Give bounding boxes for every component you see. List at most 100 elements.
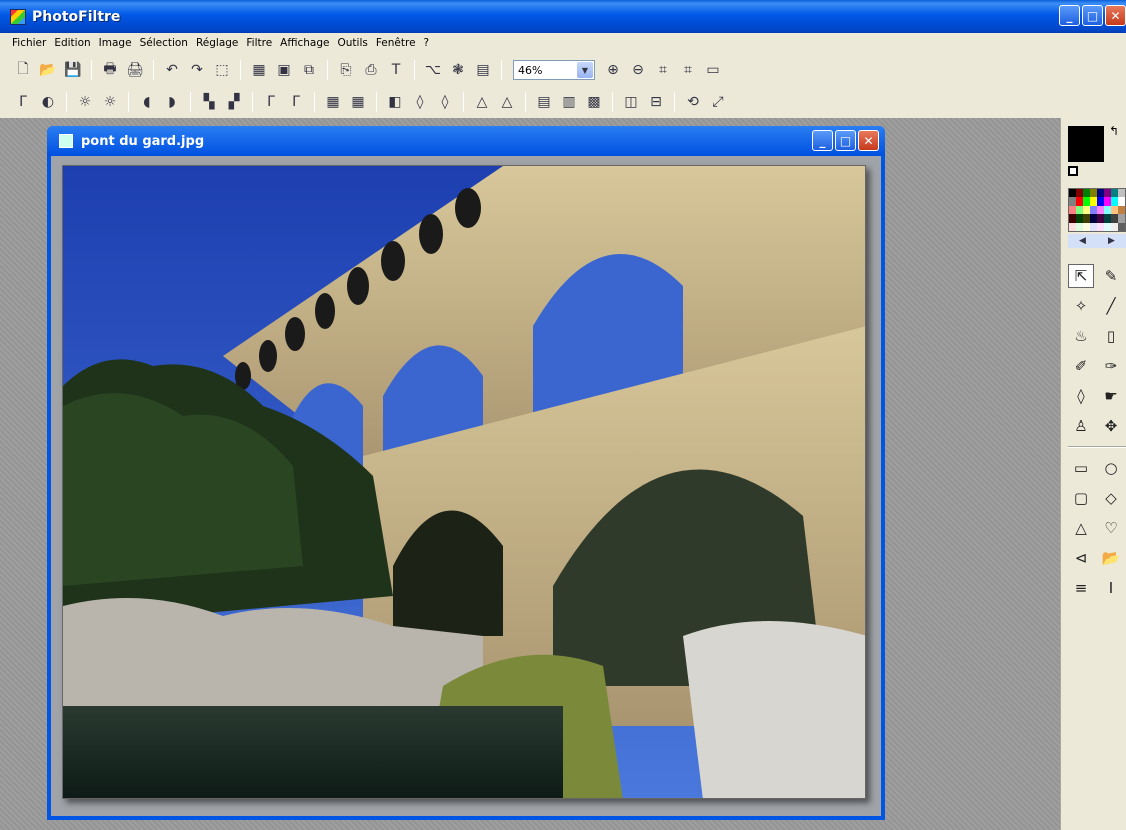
- line-icon[interactable]: ╱: [1098, 294, 1124, 318]
- palette-swatch[interactable]: [1076, 197, 1083, 206]
- menu-?[interactable]: ?: [420, 37, 434, 49]
- palette-swatch[interactable]: [1111, 189, 1118, 198]
- saturation-minus-icon[interactable]: ▚: [198, 91, 220, 113]
- flip-horizontal-icon[interactable]: ◫: [620, 91, 642, 113]
- palette-swatch[interactable]: [1083, 222, 1090, 231]
- grid-icon[interactable]: ▦: [322, 91, 344, 113]
- move-icon[interactable]: ✥: [1098, 414, 1124, 438]
- polygon-icon[interactable]: ⊲: [1068, 546, 1094, 570]
- open-shape-icon[interactable]: 📂: [1098, 546, 1124, 570]
- palette-swatch[interactable]: [1076, 214, 1083, 223]
- palette-swatch[interactable]: [1083, 214, 1090, 223]
- palette-swatch[interactable]: [1090, 222, 1097, 231]
- flip-vertical-icon[interactable]: ⊟: [645, 91, 667, 113]
- palette-swatch[interactable]: [1104, 189, 1111, 198]
- resize-icon[interactable]: ⤢: [707, 91, 729, 113]
- new-icon[interactable]: 🗋: [12, 59, 34, 81]
- brightness-minus-icon[interactable]: ☼: [74, 91, 96, 113]
- select-all-icon[interactable]: ≡: [1068, 576, 1094, 600]
- document-title-bar[interactable]: pont du gard.jpg: [47, 126, 885, 156]
- palette-swatch[interactable]: [1090, 214, 1097, 223]
- diamond-icon[interactable]: ◇: [1098, 486, 1124, 510]
- save-icon[interactable]: 💾: [62, 59, 84, 81]
- saturation-plus-icon[interactable]: ▞: [223, 91, 245, 113]
- palette-next-icon[interactable]: ▶: [1108, 236, 1115, 246]
- menu-outils[interactable]: Outils: [334, 37, 372, 49]
- palette-swatch[interactable]: [1111, 205, 1118, 215]
- blur-drop-icon[interactable]: ◊: [1068, 384, 1094, 408]
- rotate-icon[interactable]: ⟲: [682, 91, 704, 113]
- palette-swatch[interactable]: [1069, 197, 1076, 206]
- plugin-icon[interactable]: ❃: [447, 59, 469, 81]
- explorer-icon[interactable]: ⌥: [422, 59, 444, 81]
- palette-swatch[interactable]: [1090, 197, 1097, 206]
- menu-rglage[interactable]: Réglage: [192, 37, 242, 49]
- grayscale-icon[interactable]: ▦: [248, 59, 270, 81]
- palette-prev-icon[interactable]: ◀: [1079, 236, 1086, 246]
- default-colors-icon[interactable]: [1068, 166, 1078, 176]
- eyedropper-icon[interactable]: ✎: [1098, 264, 1124, 288]
- menu-fichier[interactable]: Fichier: [8, 37, 50, 49]
- sharpen-more-icon[interactable]: △: [496, 91, 518, 113]
- triangle-shape-icon[interactable]: △: [1068, 516, 1094, 540]
- zoom-in-icon[interactable]: ⊕: [602, 59, 624, 81]
- palette-swatch[interactable]: [1118, 189, 1125, 198]
- palette-swatch[interactable]: [1118, 197, 1125, 206]
- doc-maximize-button[interactable]: □: [835, 130, 856, 151]
- palette-swatch[interactable]: [1097, 205, 1104, 215]
- fade-icon[interactable]: ▥: [558, 91, 580, 113]
- zoom-out-icon[interactable]: ⊖: [627, 59, 649, 81]
- palette-swatch[interactable]: [1104, 197, 1111, 206]
- rectangle-icon[interactable]: ▭: [1068, 456, 1094, 480]
- palette-swatch[interactable]: [1090, 205, 1097, 215]
- gradient-icon[interactable]: ▤: [533, 91, 555, 113]
- photofiltre-logo-icon[interactable]: [10, 8, 26, 25]
- palette-swatch[interactable]: [1118, 214, 1125, 223]
- redo-icon[interactable]: ↷: [186, 59, 208, 81]
- fullsize-icon[interactable]: ⌗: [677, 59, 699, 81]
- palette-swatch[interactable]: [1111, 197, 1118, 206]
- palette-swatch[interactable]: [1069, 214, 1076, 223]
- contrast-minus-icon[interactable]: ◖: [136, 91, 158, 113]
- layer-icon[interactable]: ⧉: [298, 59, 320, 81]
- blur-icon[interactable]: ◧: [384, 91, 406, 113]
- palette-swatch[interactable]: [1069, 189, 1076, 198]
- palette-swatch[interactable]: [1097, 214, 1104, 223]
- swap-colors-icon[interactable]: ↰: [1109, 124, 1119, 138]
- palette-swatch[interactable]: [1097, 222, 1104, 231]
- drop-icon[interactable]: ◊: [409, 91, 431, 113]
- chevron-down-icon[interactable]: ▼: [577, 62, 593, 78]
- palette-swatch[interactable]: [1111, 222, 1118, 231]
- palette-swatch[interactable]: [1097, 189, 1104, 198]
- lasso-icon[interactable]: ♡: [1098, 516, 1124, 540]
- advanced-brush-icon[interactable]: ✑: [1098, 354, 1124, 378]
- palette-swatch[interactable]: [1069, 205, 1076, 215]
- doc-minimize-button[interactable]: _: [812, 130, 833, 151]
- fill-bucket-icon[interactable]: ♨: [1068, 324, 1094, 348]
- palette-swatch[interactable]: [1118, 205, 1125, 215]
- palette-swatch[interactable]: [1090, 189, 1097, 198]
- open-icon[interactable]: 📂: [37, 59, 59, 81]
- ellipse-icon[interactable]: ○: [1098, 456, 1124, 480]
- palette-swatch[interactable]: [1076, 189, 1083, 198]
- frame-icon[interactable]: ▤: [472, 59, 494, 81]
- menu-fentre[interactable]: Fenêtre: [372, 37, 420, 49]
- menu-filtre[interactable]: Filtre: [242, 37, 276, 49]
- text-mask2-icon[interactable]: ⎙: [360, 59, 382, 81]
- scan-icon[interactable]: 🖨: [124, 59, 146, 81]
- palette-swatch[interactable]: [1083, 197, 1090, 206]
- foreground-color-swatch[interactable]: [1068, 126, 1104, 162]
- rounded-rect-icon[interactable]: ▢: [1068, 486, 1094, 510]
- menu-slection[interactable]: Sélection: [136, 37, 192, 49]
- print-icon[interactable]: 🖶: [99, 59, 121, 81]
- palette-swatch[interactable]: [1097, 197, 1104, 206]
- palette-swatch[interactable]: [1083, 189, 1090, 198]
- sharpen-icon[interactable]: ◊: [434, 91, 456, 113]
- palette-swatch[interactable]: [1111, 214, 1118, 223]
- menu-image[interactable]: Image: [95, 37, 136, 49]
- auto-levels-icon[interactable]: Γ: [12, 91, 34, 113]
- rgb-icon[interactable]: ▣: [273, 59, 295, 81]
- spray-icon[interactable]: ▯: [1098, 324, 1124, 348]
- slideshow-icon[interactable]: ▭: [702, 59, 724, 81]
- palette-swatch[interactable]: [1083, 205, 1090, 215]
